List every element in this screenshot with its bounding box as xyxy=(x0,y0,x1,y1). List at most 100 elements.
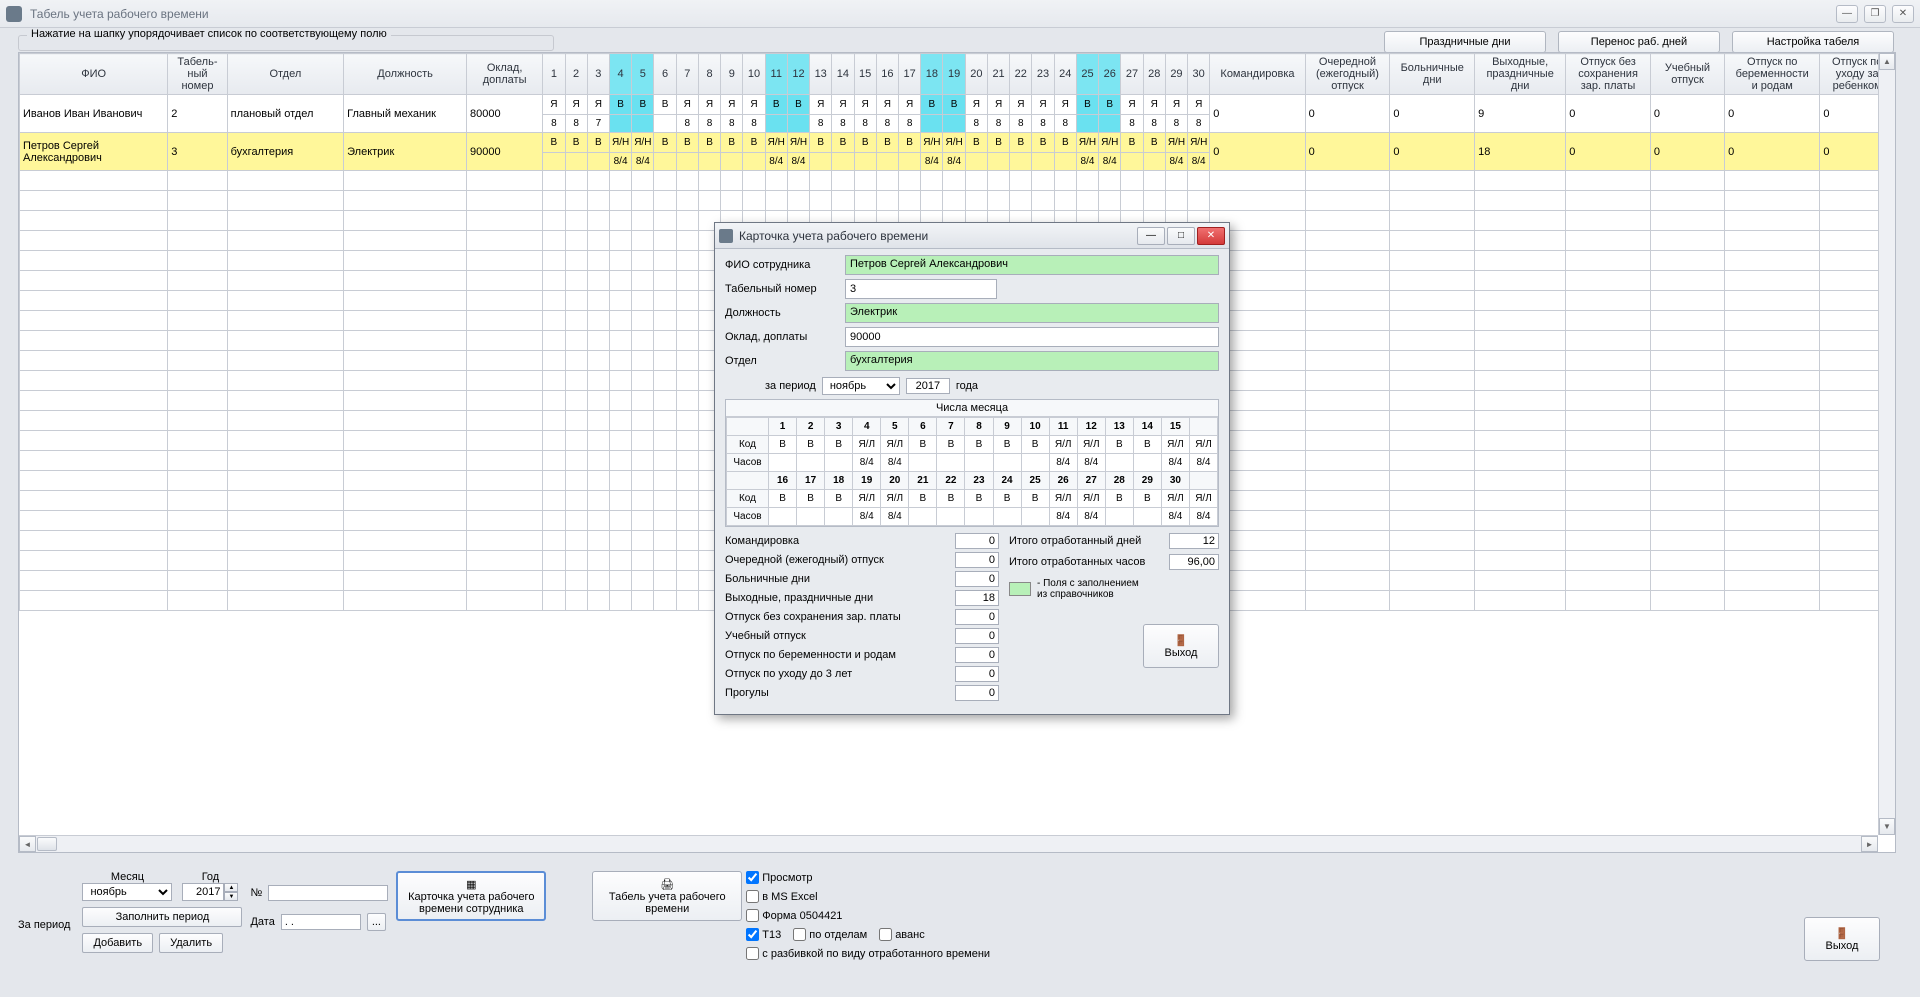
dlg-pos-field[interactable]: Электрик xyxy=(845,303,1219,323)
col-day-6[interactable]: 6 xyxy=(654,54,676,95)
col-day-11[interactable]: 11 xyxy=(765,54,787,95)
dlg-sum-abs[interactable] xyxy=(955,685,999,701)
delete-button[interactable]: Удалить xyxy=(159,933,223,953)
cb-t13[interactable]: Т13 xyxy=(746,928,781,941)
col-day-29[interactable]: 29 xyxy=(1165,54,1187,95)
dlg-sum-sick[interactable] xyxy=(955,571,999,587)
cb-excel[interactable]: в MS Excel xyxy=(746,890,990,903)
dlg-total-hours[interactable] xyxy=(1169,554,1219,570)
cb-view[interactable]: Просмотр xyxy=(746,871,990,884)
col-day-5[interactable]: 5 xyxy=(632,54,654,95)
dlg-tabno-field[interactable] xyxy=(845,279,997,299)
col-day-4[interactable]: 4 xyxy=(609,54,631,95)
holidays-button[interactable]: Праздничные дни xyxy=(1384,31,1546,53)
col-day-20[interactable]: 20 xyxy=(965,54,987,95)
horizontal-scrollbar[interactable]: ◄ ► xyxy=(19,835,1878,852)
table-row[interactable]: Иванов Иван Иванович2плановый отделГлавн… xyxy=(20,95,1895,115)
col-study[interactable]: Учебный отпуск xyxy=(1650,54,1724,95)
col-day-18[interactable]: 18 xyxy=(921,54,943,95)
table-row-empty[interactable] xyxy=(20,171,1895,191)
col-unpaid[interactable]: Отпуск без сохранения зар. платы xyxy=(1566,54,1651,95)
year-down[interactable]: ▼ xyxy=(224,892,238,901)
col-day-3[interactable]: 3 xyxy=(587,54,609,95)
table-row[interactable]: Петров Сергей Александрович3бухгалтерияЭ… xyxy=(20,133,1895,153)
col-day-13[interactable]: 13 xyxy=(810,54,832,95)
col-salary[interactable]: Оклад, доплаты xyxy=(467,54,543,95)
dlg-dept-field[interactable]: бухгалтерия xyxy=(845,351,1219,371)
dlg-sum-chl[interactable] xyxy=(955,666,999,682)
col-day-21[interactable]: 21 xyxy=(987,54,1009,95)
dlg-sum-unp[interactable] xyxy=(955,609,999,625)
col-day-1[interactable]: 1 xyxy=(543,54,565,95)
col-day-2[interactable]: 2 xyxy=(565,54,587,95)
dlg-sum-mat[interactable] xyxy=(955,647,999,663)
col-day-30[interactable]: 30 xyxy=(1188,54,1210,95)
col-sick[interactable]: Больничные дни xyxy=(1390,54,1475,95)
dialog-titlebar[interactable]: Карточка учета рабочего времени — □ ✕ xyxy=(715,223,1229,249)
col-vacation[interactable]: Очередной (ежегодный) отпуск xyxy=(1305,54,1390,95)
col-tabno[interactable]: Табель- ный номер xyxy=(168,54,227,95)
year-up[interactable]: ▲ xyxy=(224,883,238,892)
exit-button[interactable]: 🚪 Выход xyxy=(1804,917,1880,961)
cb-form[interactable]: Форма 0504421 xyxy=(746,909,990,922)
dlg-exit-button[interactable]: 🚪 Выход xyxy=(1143,624,1219,668)
timesheet-settings-button[interactable]: Настройка табеля xyxy=(1732,31,1894,53)
dlg-salary-field[interactable] xyxy=(845,327,1219,347)
timesheet-report-button[interactable]: 🖨 Табель учета рабочего времени xyxy=(592,871,742,921)
dlg-sum-stu[interactable] xyxy=(955,628,999,644)
dlg-sum-wk[interactable] xyxy=(955,590,999,606)
vertical-scrollbar[interactable]: ▲ ▼ xyxy=(1878,53,1895,835)
dlg-fio-field[interactable]: Петров Сергей Александрович xyxy=(845,255,1219,275)
col-day-16[interactable]: 16 xyxy=(876,54,898,95)
col-day-27[interactable]: 27 xyxy=(1121,54,1143,95)
no-input[interactable] xyxy=(268,885,388,901)
dlg-month-select[interactable]: ноябрь xyxy=(822,377,900,395)
col-day-23[interactable]: 23 xyxy=(1032,54,1054,95)
col-day-15[interactable]: 15 xyxy=(854,54,876,95)
add-button[interactable]: Добавить xyxy=(82,933,153,953)
col-day-8[interactable]: 8 xyxy=(698,54,720,95)
scroll-left-arrow[interactable]: ◄ xyxy=(19,836,36,852)
dialog-close[interactable]: ✕ xyxy=(1197,227,1225,245)
col-trip[interactable]: Командировка xyxy=(1210,54,1305,95)
col-day-22[interactable]: 22 xyxy=(1010,54,1032,95)
col-day-17[interactable]: 17 xyxy=(899,54,921,95)
cb-advance[interactable]: аванс xyxy=(879,928,925,941)
cb-bydept[interactable]: по отделам xyxy=(793,928,867,941)
col-day-24[interactable]: 24 xyxy=(1054,54,1076,95)
window-minimize[interactable]: — xyxy=(1836,5,1858,23)
year-input[interactable] xyxy=(182,883,224,901)
employee-card-button[interactable]: ▦ Карточка учета рабочего времени сотруд… xyxy=(396,871,546,921)
col-day-14[interactable]: 14 xyxy=(832,54,854,95)
col-day-12[interactable]: 12 xyxy=(787,54,809,95)
dialog-maximize[interactable]: □ xyxy=(1167,227,1195,245)
scroll-up-arrow[interactable]: ▲ xyxy=(1879,53,1895,70)
scroll-right-arrow[interactable]: ► xyxy=(1861,836,1878,852)
col-day-28[interactable]: 28 xyxy=(1143,54,1165,95)
col-dept[interactable]: Отдел xyxy=(227,54,344,95)
window-restore[interactable]: ❐ xyxy=(1864,5,1886,23)
dlg-sum-vac[interactable] xyxy=(955,552,999,568)
date-input[interactable] xyxy=(281,914,361,930)
col-day-7[interactable]: 7 xyxy=(676,54,698,95)
dialog-minimize[interactable]: — xyxy=(1137,227,1165,245)
date-picker-button[interactable]: ... xyxy=(367,913,386,931)
dlg-year-input[interactable] xyxy=(906,378,950,394)
month-select[interactable]: ноябрь xyxy=(82,883,172,901)
col-day-19[interactable]: 19 xyxy=(943,54,965,95)
year-spinner[interactable]: ▲▼ xyxy=(182,883,238,901)
cb-breakdown[interactable]: с разбивкой по виду отработанного времен… xyxy=(746,947,990,960)
col-pos[interactable]: Должность xyxy=(344,54,467,95)
col-day-10[interactable]: 10 xyxy=(743,54,765,95)
fill-period-button[interactable]: Заполнить период xyxy=(82,907,242,927)
scroll-thumb[interactable] xyxy=(37,837,57,851)
col-day-26[interactable]: 26 xyxy=(1099,54,1121,95)
dlg-total-days[interactable] xyxy=(1169,533,1219,549)
col-day-9[interactable]: 9 xyxy=(721,54,743,95)
dlg-sum-trip[interactable] xyxy=(955,533,999,549)
col-day-25[interactable]: 25 xyxy=(1076,54,1098,95)
scroll-down-arrow[interactable]: ▼ xyxy=(1879,818,1895,835)
col-maternity[interactable]: Отпуск по беременности и родам xyxy=(1725,54,1820,95)
move-workdays-button[interactable]: Перенос раб. дней xyxy=(1558,31,1720,53)
col-weekend[interactable]: Выходные, праздничные дни xyxy=(1475,54,1566,95)
